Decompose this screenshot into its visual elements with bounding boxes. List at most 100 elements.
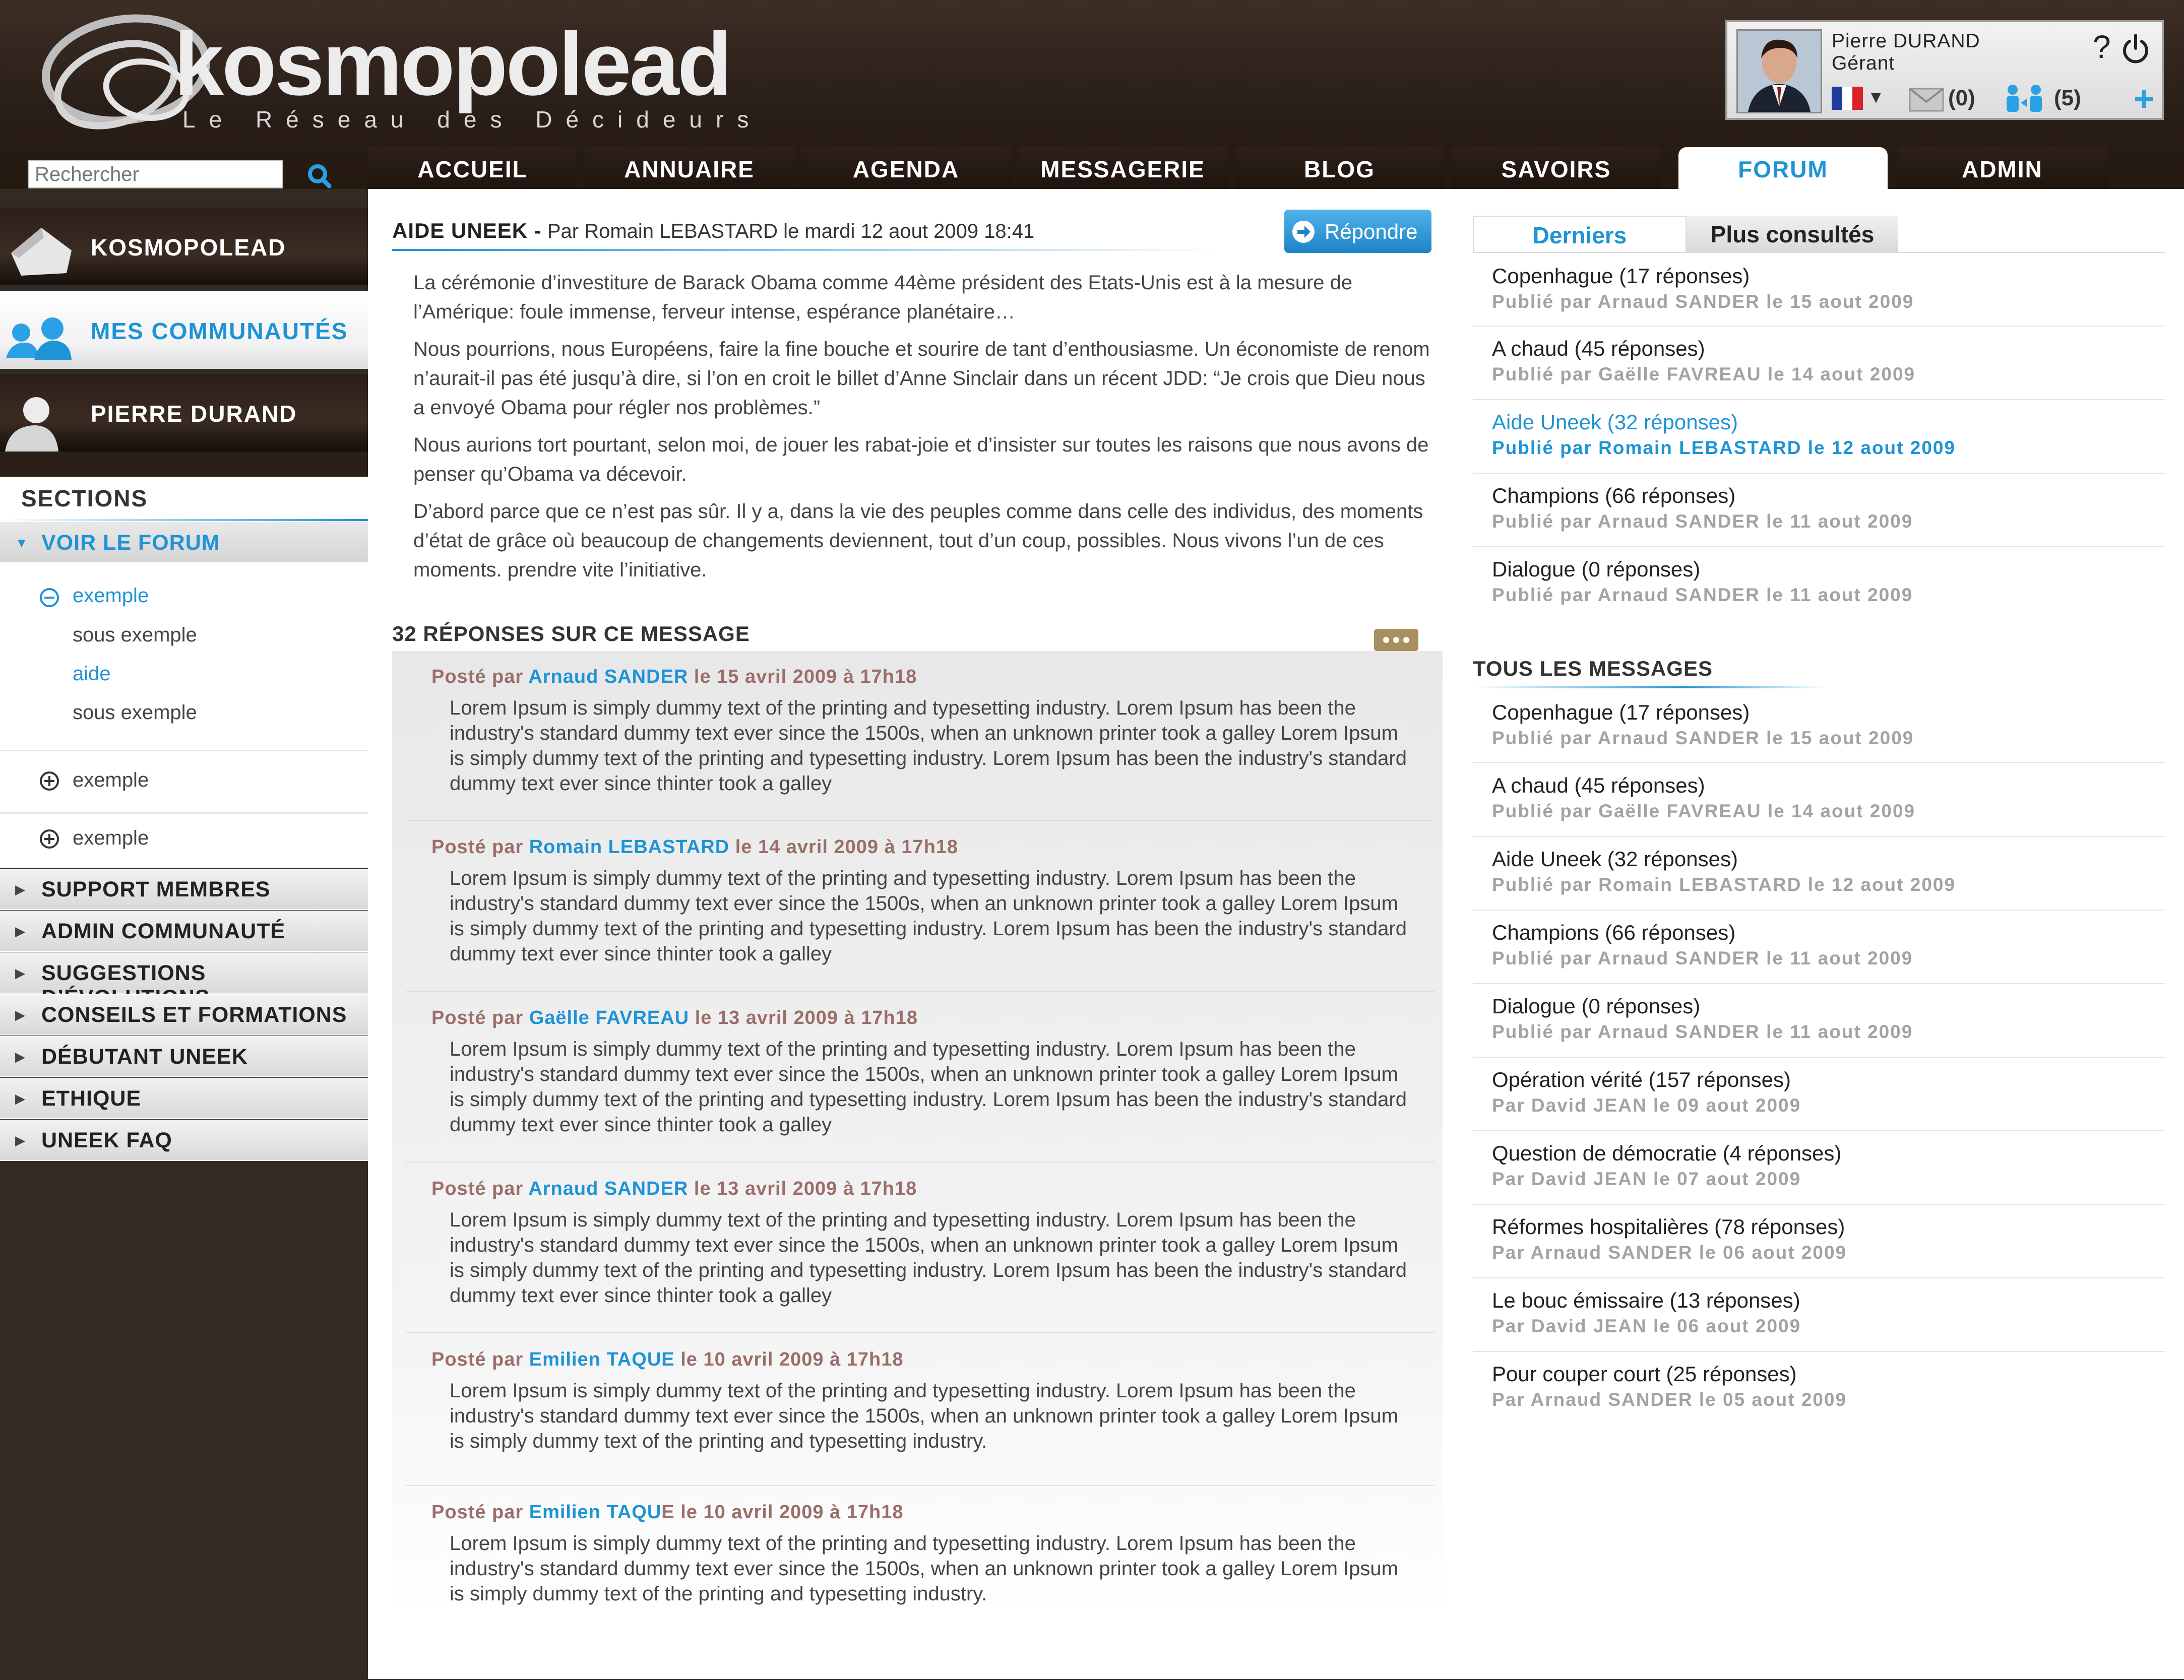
nav-item-messagerie[interactable]: MESSAGERIE — [1018, 147, 1227, 189]
sidebar-banner-mes-communautes[interactable]: MES COMMUNAUTÉS — [0, 291, 368, 369]
nav-item-annuaire[interactable]: ANNUAIRE — [585, 147, 794, 189]
all-messages-title: TOUS LES MESSAGES — [1473, 657, 1713, 680]
list-item[interactable]: Question de démocratie (4 réponses) Par … — [1473, 1132, 2165, 1205]
list-item-title[interactable]: Question de démocratie (4 réponses) — [1492, 1141, 1841, 1166]
tab-derniers[interactable]: Derniers — [1473, 216, 1687, 253]
sidebar-banner-kosmopolead[interactable]: KOSMOPOLEAD — [0, 208, 368, 285]
reply-prefix: Posté par — [431, 1007, 524, 1028]
reply-date: le 10 avril 2009 à 17h18 — [680, 1502, 904, 1523]
list-item-title[interactable]: Pour couper court (25 réponses) — [1492, 1362, 1797, 1386]
contacts-icon[interactable] — [2004, 84, 2050, 113]
list-item[interactable]: Dialogue (0 réponses) Publié par Arnaud … — [1473, 548, 2165, 620]
sidebar-banner-profile[interactable]: PIERRE DURAND — [0, 374, 368, 451]
section-support-membres[interactable]: ▶ SUPPORT MEMBRES — [0, 869, 368, 910]
section-conseils[interactable]: ▶ CONSEILS ET FORMATIONS — [0, 994, 368, 1036]
list-item[interactable]: Opération vérité (157 réponses) Par Davi… — [1473, 1059, 2165, 1131]
list-item-title[interactable]: Champions (66 réponses) — [1492, 484, 1735, 508]
section-suggestions[interactable]: ▶ SUGGESTIONS D’ÉVOLUTIONS — [0, 952, 368, 1010]
tree-item-exemple[interactable]: exemple — [73, 585, 149, 607]
list-item[interactable]: Champions (66 réponses) Publié par Arnau… — [1473, 912, 2165, 984]
replies-title: 32 RÉPONSES SUR CE MESSAGE — [392, 622, 750, 645]
list-item-title[interactable]: Copenhague (17 réponses) — [1492, 700, 1750, 725]
search-icon[interactable] — [302, 160, 336, 190]
nav-item-admin[interactable]: ADMIN — [1898, 147, 2107, 189]
post-paragraph: D’abord parce que ce n’est pas sûr. Il y… — [413, 500, 1423, 581]
reply-author[interactable]: Arnaud SANDER — [528, 666, 688, 687]
reply-meta: Posté par Emilien TAQUE le 10 avril 2009… — [431, 1502, 904, 1523]
list-item[interactable]: Pour couper court (25 réponses) Par Arna… — [1473, 1353, 2165, 1425]
list-item[interactable]: Copenhague (17 réponses) Publié par Arna… — [1473, 691, 2165, 763]
power-icon[interactable] — [2120, 32, 2151, 64]
list-item-sub: Publié par Romain LEBASTARD le 12 aout 2… — [1492, 437, 1956, 458]
reply-author[interactable]: Emilien TAQUE — [529, 1349, 675, 1370]
language-dropdown-caret[interactable]: ▼ — [1867, 88, 1885, 107]
logo[interactable]: kosmopolead — [174, 19, 732, 109]
list-item[interactable]: Copenhague (17 réponses) Publié par Arna… — [1473, 255, 2165, 327]
section-admin-communaute[interactable]: ▶ ADMIN COMMUNAUTÉ — [0, 911, 368, 952]
nav-item-agenda[interactable]: AGENDA — [801, 147, 1011, 189]
nav-item-forum[interactable]: FORUM — [1678, 147, 1888, 189]
list-item-sub: Publié par Gaëlle FAVREAU le 14 aout 200… — [1492, 364, 1916, 384]
avatar[interactable] — [1736, 29, 1822, 113]
tab-plus-consultes[interactable]: Plus consultés — [1687, 216, 1898, 252]
list-item-title[interactable]: Dialogue (0 réponses) — [1492, 557, 1700, 581]
list-item-title[interactable]: Aide Uneek (32 réponses) — [1492, 847, 1738, 871]
section-voir-le-forum[interactable]: ▼ VOIR LE FORUM — [0, 522, 368, 563]
reply-author[interactable]: Arnaud SANDER — [528, 1178, 688, 1199]
flag-france-icon[interactable] — [1832, 87, 1863, 110]
list-item[interactable]: Le bouc émissaire (13 réponses) Par Davi… — [1473, 1279, 2165, 1352]
list-item-title[interactable]: Copenhague (17 réponses) — [1492, 264, 1750, 288]
nav-item-accueil[interactable]: ACCUEIL — [368, 147, 577, 189]
expand-icon[interactable] — [39, 771, 59, 791]
list-item-title[interactable]: Réformes hospitalières (78 réponses) — [1492, 1215, 1845, 1239]
section-label: SUPPORT MEMBRES — [41, 877, 271, 901]
messages-count[interactable]: (0) — [1948, 86, 1975, 111]
reply-author[interactable]: Romain LEBASTARD — [529, 836, 729, 858]
list-item-sub: Publié par Arnaud SANDER le 11 aout 2009 — [1492, 511, 1913, 532]
list-item-active[interactable]: Aide Uneek (32 réponses) Publié par Roma… — [1473, 401, 2165, 474]
user-name[interactable]: Pierre DURAND — [1832, 30, 1980, 52]
mail-icon[interactable] — [1909, 88, 1944, 112]
list-item[interactable]: Champions (66 réponses) Publié par Arnau… — [1473, 475, 2165, 547]
nav-item-blog[interactable]: BLOG — [1235, 147, 1444, 189]
contacts-count[interactable]: (5) — [2054, 86, 2081, 111]
reply-button[interactable]: Répondre — [1284, 210, 1431, 253]
expand-icon[interactable] — [39, 829, 59, 849]
list-item[interactable]: Aide Uneek (32 réponses) Publié par Roma… — [1473, 838, 2165, 911]
nav-item-savoirs[interactable]: SAVOIRS — [1452, 147, 1661, 189]
list-item-title[interactable]: A chaud (45 réponses) — [1492, 337, 1705, 361]
list-item[interactable]: A chaud (45 réponses) Publié par Gaëlle … — [1473, 328, 2165, 400]
post-paragraph: Nous pourrions, nous Européens, faire la… — [413, 338, 1430, 419]
tree-item-exemple-collapsed[interactable]: exemple — [73, 769, 149, 792]
tree-item-exemple-collapsed-2[interactable]: exemple — [73, 827, 149, 850]
tree-item-aide[interactable]: aide — [73, 663, 111, 685]
sections-underline — [0, 519, 368, 521]
list-item-title[interactable]: Aide Uneek (32 réponses) — [1492, 410, 1738, 434]
help-icon[interactable]: ? — [2093, 28, 2111, 66]
list-item-title[interactable]: Dialogue (0 réponses) — [1492, 994, 1700, 1018]
reply-prefix: Posté par — [431, 1178, 524, 1199]
list-item[interactable]: Dialogue (0 réponses) Publié par Arnaud … — [1473, 985, 2165, 1058]
reply-text: Lorem Ipsum is simply dummy text of the … — [450, 1209, 1407, 1307]
list-item-title[interactable]: Champions (66 réponses) — [1492, 921, 1735, 945]
list-item-title[interactable]: A chaud (45 réponses) — [1492, 773, 1705, 798]
collapse-icon[interactable] — [39, 588, 59, 608]
tree-item-sous-exemple[interactable]: sous exemple — [73, 624, 197, 647]
tree-item-sous-exemple-2[interactable]: sous exemple — [73, 701, 197, 724]
section-uneek-faq[interactable]: ▶ UNEEK FAQ — [0, 1120, 368, 1161]
list-item[interactable]: A chaud (45 réponses) Publié par Gaëlle … — [1473, 764, 2165, 837]
add-icon[interactable]: + — [2134, 79, 2154, 119]
header: kosmopolead Le Réseau des Décideurs Pier… — [0, 0, 2184, 189]
section-debutant[interactable]: ▶ DÉBUTANT UNEEK — [0, 1036, 368, 1077]
reply-date: le 15 avril 2009 à 17h18 — [694, 666, 917, 687]
list-item[interactable]: Réformes hospitalières (78 réponses) Par… — [1473, 1206, 2165, 1278]
list-item-title[interactable]: Le bouc émissaire (13 réponses) — [1492, 1288, 1800, 1313]
reply-author[interactable]: Gaëlle FAVREAU — [529, 1007, 689, 1028]
reply-text: Lorem Ipsum is simply dummy text of the … — [450, 867, 1407, 965]
reply-text: Lorem Ipsum is simply dummy text of the … — [450, 1532, 1398, 1605]
reply-author[interactable]: Emilien TAQU — [529, 1502, 662, 1523]
list-item-title[interactable]: Opération vérité (157 réponses) — [1492, 1068, 1791, 1092]
search-input[interactable] — [28, 160, 283, 188]
caret-right-icon: ▶ — [15, 924, 25, 939]
section-ethique[interactable]: ▶ ETHIQUE — [0, 1078, 368, 1119]
